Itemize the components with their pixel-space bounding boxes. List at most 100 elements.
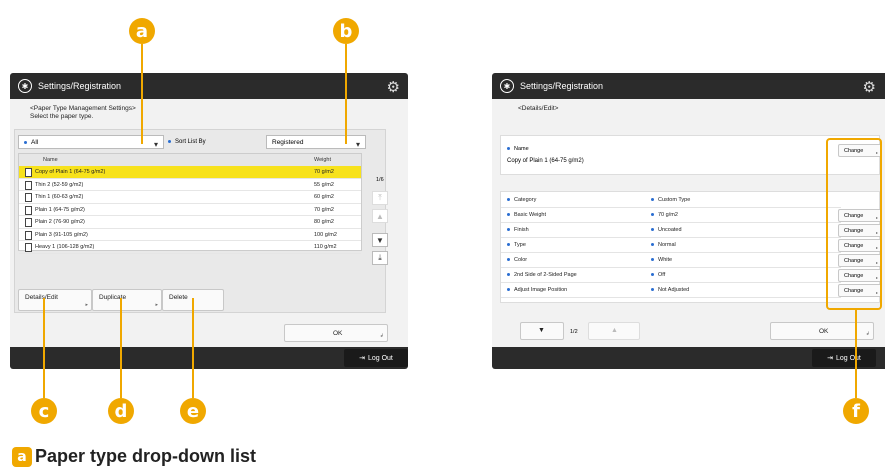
bullet-icon bbox=[507, 288, 510, 292]
callout-f-leader bbox=[855, 310, 857, 398]
up-arrow-icon: ▲ bbox=[376, 211, 384, 221]
gear-icon[interactable]: ⚙ bbox=[863, 78, 876, 96]
callout-d-badge: d bbox=[108, 398, 134, 424]
column-header-weight: Weight bbox=[314, 157, 332, 163]
name-label-text: Name bbox=[514, 146, 529, 152]
caption-badge: a bbox=[12, 446, 32, 467]
double-down-arrow-icon: ⤓ bbox=[378, 253, 382, 262]
detail-value: Uncoated bbox=[658, 227, 682, 233]
scroll-up-button[interactable]: ▲ bbox=[372, 209, 388, 223]
callout-d-letter: d bbox=[114, 400, 128, 422]
callout-c-letter: c bbox=[38, 400, 50, 422]
bottom-bar: ⇥ Log Out bbox=[10, 347, 408, 369]
bullet-icon bbox=[507, 273, 510, 277]
logout-icon: ⇥ bbox=[827, 355, 833, 362]
ok-label: OK bbox=[819, 328, 829, 335]
breadcrumb: <Details/Edit> bbox=[518, 105, 559, 112]
bullet-icon bbox=[507, 198, 510, 202]
row-name: Thin 1 (60-63 g/m2) bbox=[35, 194, 84, 200]
detail-key: Adjust Image Position bbox=[514, 287, 568, 293]
row-name: Plain 3 (91-105 g/m2) bbox=[35, 231, 88, 238]
callout-b-leader bbox=[345, 44, 347, 144]
row-weight: 70 g/m2 bbox=[314, 206, 334, 213]
row-weight: 55 g/m2 bbox=[314, 181, 334, 188]
breadcrumb: <Paper Type Management Settings> bbox=[30, 105, 136, 112]
callout-d-leader bbox=[120, 298, 122, 398]
document-edit-icon bbox=[25, 168, 32, 177]
row-weight: 80 g/m2 bbox=[314, 219, 334, 225]
change-buttons-highlight bbox=[826, 138, 882, 310]
sort-dropdown[interactable]: Registered ▾ bbox=[266, 135, 366, 149]
screen-title: Settings/Registration bbox=[520, 81, 604, 91]
duplicate-button[interactable]: Duplicate ▸ bbox=[92, 289, 162, 311]
table-header: Name Weight bbox=[19, 154, 361, 166]
column-header-name: Name bbox=[43, 157, 58, 163]
name-label: Name bbox=[507, 146, 529, 152]
table-row[interactable]: Plain 1 (64-75 g/m2) 70 g/m2 bbox=[19, 204, 361, 216]
table-row[interactable]: Plain 3 (91-105 g/m2) 100 g/m2 bbox=[19, 229, 361, 241]
chevron-down-icon: ▾ bbox=[153, 140, 158, 149]
corner-arrow-icon: ▸ bbox=[155, 302, 158, 308]
settings-logo-icon: ✱ bbox=[18, 79, 32, 93]
table-row[interactable]: Plain 2 (76-90 g/m2) 80 g/m2 bbox=[19, 216, 361, 229]
details-edit-button[interactable]: Details/Edit ▸ bbox=[18, 289, 92, 311]
table-row[interactable]: Heavy 1 (106-128 g/m2) 110 g/m2 bbox=[19, 241, 361, 254]
row-name: Copy of Plain 1 (64-75 g/m2) bbox=[35, 169, 106, 175]
detail-row: Basic Weight 70 g/m2 bbox=[501, 207, 841, 223]
bullet-icon bbox=[651, 288, 654, 292]
row-name: Heavy 1 (106-128 g/m2) bbox=[35, 244, 95, 250]
detail-value: Normal bbox=[658, 242, 676, 248]
callout-c-badge: c bbox=[31, 398, 57, 424]
detail-key: Finish bbox=[514, 227, 529, 233]
document-icon bbox=[25, 230, 32, 240]
detail-row: Finish Uncoated bbox=[501, 222, 841, 238]
logout-button[interactable]: ⇥ Log Out bbox=[812, 349, 876, 367]
callout-a-letter: a bbox=[135, 20, 149, 42]
left-screen: ✱ Settings/Registration ⚙ <Paper Type Ma… bbox=[10, 73, 408, 369]
bullet-icon bbox=[651, 228, 654, 232]
detail-value: 70 g/m2 bbox=[658, 212, 678, 218]
logout-button[interactable]: ⇥ Log Out bbox=[344, 349, 408, 367]
detail-value: Off bbox=[658, 272, 666, 278]
document-icon bbox=[25, 193, 32, 202]
row-name: Thin 2 (52-59 g/m2) bbox=[35, 181, 84, 188]
document-icon bbox=[25, 180, 32, 190]
name-value: Copy of Plain 1 (64-75 g/m2) bbox=[507, 158, 584, 164]
ok-button[interactable]: OK ↲ bbox=[284, 324, 388, 342]
page-down-button[interactable]: ▼ bbox=[520, 322, 564, 340]
detail-row: Type Normal bbox=[501, 237, 841, 253]
enter-corner-icon: ↲ bbox=[865, 331, 870, 337]
double-up-arrow-icon: ⤒ bbox=[378, 193, 382, 202]
scroll-top-button[interactable]: ⤒ bbox=[372, 191, 388, 205]
row-weight: 100 g/m2 bbox=[314, 231, 337, 238]
callout-c-leader bbox=[43, 298, 45, 398]
scroll-down-button[interactable]: ▼ bbox=[372, 233, 388, 247]
caption: a Paper type drop-down list bbox=[12, 446, 256, 467]
detail-key: Category bbox=[514, 197, 537, 203]
callout-f-letter: f bbox=[852, 400, 860, 422]
sort-bullet-icon bbox=[168, 139, 171, 143]
bullet-icon bbox=[507, 213, 510, 217]
document-icon bbox=[25, 218, 32, 227]
detail-row: 2nd Side of 2-Sided Page Off bbox=[501, 267, 841, 283]
gear-icon[interactable]: ⚙ bbox=[387, 78, 400, 96]
callout-f-badge: f bbox=[843, 398, 869, 424]
title-bar: ✱ Settings/Registration ⚙ bbox=[10, 73, 408, 99]
down-arrow-icon: ▼ bbox=[538, 327, 545, 334]
paper-type-dropdown-value: All bbox=[31, 138, 39, 146]
scroll-bottom-button[interactable]: ⤓ bbox=[372, 251, 388, 265]
ok-button[interactable]: OK ↲ bbox=[770, 322, 874, 340]
page-up-button[interactable]: ▲ bbox=[588, 322, 640, 340]
page-indicator: 1/6 bbox=[376, 177, 384, 183]
sort-label-text: Sort List By bbox=[175, 139, 206, 145]
detail-key: Color bbox=[514, 257, 528, 263]
table-row[interactable]: Thin 2 (52-59 g/m2) 55 g/m2 bbox=[19, 179, 361, 191]
table-row[interactable]: Thin 1 (60-63 g/m2) 60 g/m2 bbox=[19, 191, 361, 204]
row-name: Plain 1 (64-75 g/m2) bbox=[35, 206, 85, 213]
callout-a-badge: a bbox=[129, 18, 155, 44]
corner-arrow-icon: ▸ bbox=[85, 302, 88, 308]
table-row[interactable]: Copy of Plain 1 (64-75 g/m2) 70 g/m2 bbox=[19, 166, 361, 179]
chevron-down-icon: ▾ bbox=[355, 140, 360, 149]
title-bar: ✱ Settings/Registration ⚙ bbox=[492, 73, 885, 99]
callout-e-letter: e bbox=[186, 400, 200, 422]
